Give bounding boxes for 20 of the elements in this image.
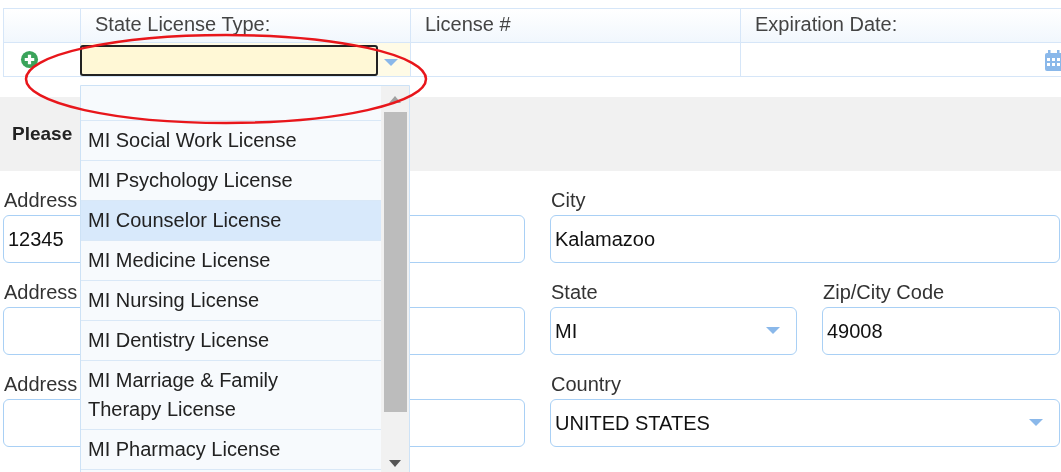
input-field[interactable]: Kalamazoo: [550, 215, 1060, 263]
scroll-down-icon[interactable]: [389, 460, 401, 467]
field-label: City: [551, 189, 586, 211]
column-header: License #: [410, 8, 741, 43]
field-label: Country: [551, 373, 622, 395]
select-field[interactable]: MI: [550, 307, 797, 355]
field-label: Address: [4, 189, 78, 211]
scrollbar[interactable]: [381, 86, 409, 472]
field-label: State: [551, 281, 598, 303]
field-label: Address: [4, 281, 78, 303]
add-icon[interactable]: [20, 50, 39, 69]
section-heading: Please: [12, 121, 73, 146]
field-label: Zip/City Code: [823, 281, 945, 303]
select-field[interactable]: UNITED STATES: [550, 399, 1060, 447]
scroll-up-icon[interactable]: [389, 96, 401, 103]
input-field[interactable]: 49008: [822, 307, 1060, 355]
license-type-select[interactable]: [80, 45, 378, 76]
list-option[interactable]: MI Counselor License: [81, 201, 381, 241]
column-header: Expiration Date:: [740, 8, 1061, 43]
field-label: Address: [4, 373, 78, 395]
